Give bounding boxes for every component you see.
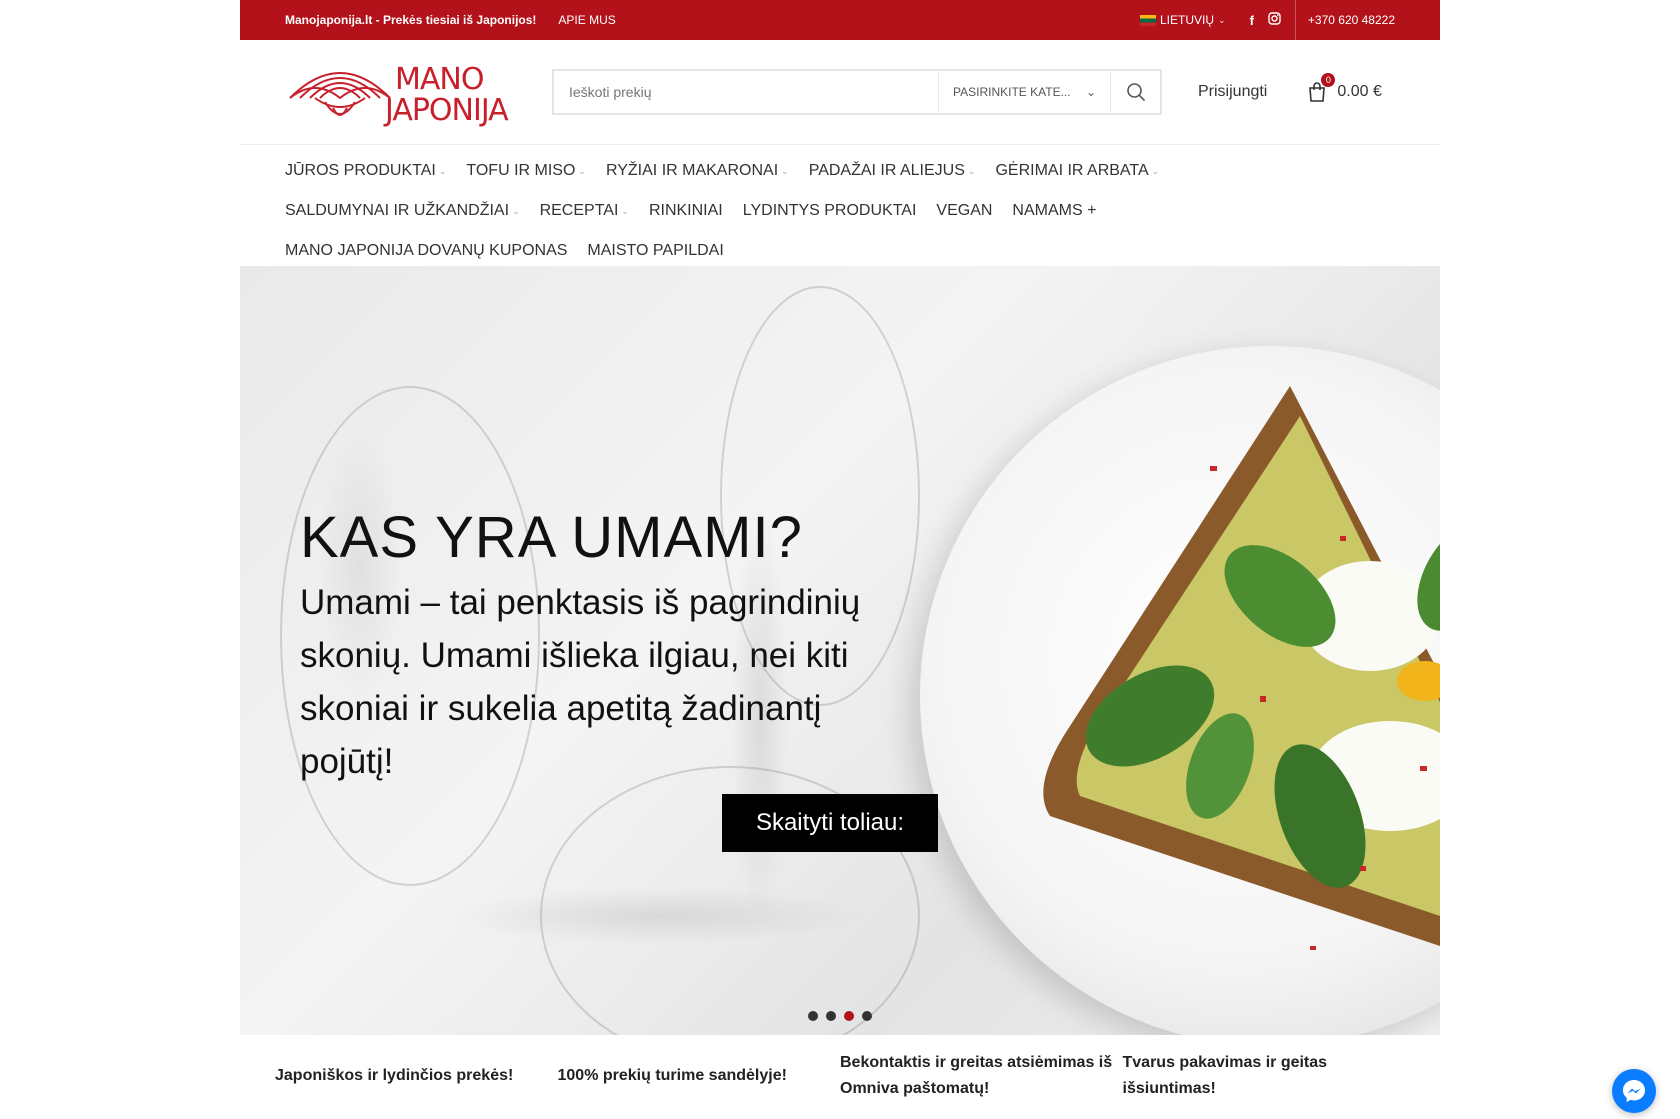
nav-item-label: VEGAN	[936, 202, 993, 219]
nav-item-label: JŪROS PRODUKTAI	[285, 162, 436, 179]
cart-button[interactable]: 0 0.00 €	[1307, 73, 1382, 103]
nav-item[interactable]: MAISTO PAPILDAI	[587, 242, 723, 260]
instagram-icon[interactable]	[1268, 12, 1281, 28]
category-select[interactable]: PASIRINKITE KATE... ⌄	[938, 71, 1110, 113]
svg-text:MANO: MANO	[395, 62, 483, 97]
language-switcher[interactable]: LIETUVIŲ ⌄	[1140, 13, 1226, 27]
cart-total: 0.00 €	[1337, 83, 1382, 100]
chevron-down-icon: ⌄	[967, 165, 976, 176]
nav-item[interactable]: NAMAMS +	[1012, 202, 1096, 220]
main-navigation: JŪROS PRODUKTAI ⌄ TOFU IR MISO ⌄ RYŽIAI IR M…	[240, 145, 1440, 274]
phone-link[interactable]: +370 620 48222	[1308, 13, 1395, 27]
messenger-icon	[1623, 1080, 1645, 1102]
nav-item[interactable]: SALDUMYNAI IR UŽKANDŽIAI ⌄	[285, 202, 520, 220]
nav-row: MANO JAPONIJA DOVANŲ KUPONAS MAISTO PAPIL…	[285, 231, 1395, 271]
chevron-down-icon: ⌄	[1085, 85, 1096, 99]
header: MANO JAPONIJA PASIRINKITE KATE... ⌄ Pris…	[240, 40, 1440, 145]
slider-dot[interactable]	[844, 1011, 854, 1021]
nav-row: JŪROS PRODUKTAI ⌄ TOFU IR MISO ⌄ RYŽIAI IR M…	[285, 151, 1395, 191]
nav-item[interactable]: GĖRIMAI IR ARBATA ⌄	[995, 162, 1159, 180]
nav-item[interactable]: LYDINTYS PRODUKTAI	[743, 202, 917, 220]
features-bar: Japoniškos ir lydinčios prekės! 100% pre…	[240, 1050, 1440, 1102]
nav-item-label: GĖRIMAI IR ARBATA	[995, 162, 1149, 179]
read-more-button[interactable]: Skaityti toliau:	[722, 794, 938, 852]
nav-item-label: LYDINTYS PRODUKTAI	[742, 202, 917, 219]
svg-text:JAPONIJA: JAPONIJA	[383, 93, 509, 128]
nav-item-label: RECEPTAI	[539, 202, 619, 219]
chevron-down-icon: ⌄	[578, 165, 586, 176]
nav-item[interactable]: TOFU IR MISO ⌄	[466, 162, 586, 180]
nav-item[interactable]: MANO JAPONIJA DOVANŲ KUPONAS	[285, 242, 567, 260]
chevron-down-icon: ⌄	[1151, 165, 1160, 176]
food-plate-image	[920, 346, 1440, 1035]
nav-item[interactable]: VEGAN	[936, 202, 992, 220]
search-button[interactable]	[1110, 71, 1160, 113]
category-select-label: PASIRINKITE KATE...	[953, 85, 1071, 99]
divider	[1294, 0, 1296, 40]
slider-dot[interactable]	[862, 1011, 872, 1021]
messenger-chat-button[interactable]	[1612, 1069, 1656, 1113]
nav-item[interactable]: RYŽIAI IR MAKARONAI ⌄	[606, 162, 789, 180]
nav-item[interactable]: JŪROS PRODUKTAI ⌄	[285, 162, 446, 180]
search-bar: PASIRINKITE KATE... ⌄	[552, 69, 1162, 115]
about-link[interactable]: APIE MUS	[558, 13, 615, 27]
top-bar: Manojaponija.lt - Prekės tiesiai iš Japo…	[240, 0, 1440, 40]
feature-item: Japoniškos ir lydinčios prekės!	[275, 1067, 514, 1084]
nav-item[interactable]: PADAŽAI IR ALIEJUS ⌄	[809, 162, 976, 180]
nav-item-label: RINKINIAI	[648, 202, 723, 219]
chevron-down-icon: ⌄	[621, 205, 629, 216]
slider-dot[interactable]	[808, 1011, 818, 1021]
feature-item: 100% prekių turime sandėlyje!	[557, 1067, 787, 1084]
chevron-down-icon: ⌄	[1218, 14, 1226, 25]
chevron-down-icon: ⌄	[781, 165, 789, 176]
search-input[interactable]	[554, 71, 938, 113]
language-label: LIETUVIŲ	[1160, 13, 1215, 27]
social-links: f	[1250, 12, 1295, 28]
hero-text: Umami – tai penktasis iš pagrindinių sko…	[300, 583, 861, 781]
nav-item-label: RYŽIAI IR MAKARONAI	[605, 162, 779, 179]
nav-item[interactable]: RECEPTAI ⌄	[540, 202, 629, 220]
slider-pagination	[808, 1011, 872, 1021]
site-logo[interactable]: MANO JAPONIJA	[285, 56, 530, 128]
chevron-down-icon: ⌄	[512, 205, 520, 216]
hero-slider: KAS YRA UMAMI? Umami – tai penktasis iš …	[240, 266, 1440, 1035]
nav-item-label: SALDUMYNAI IR UŽKANDŽIAI	[285, 202, 510, 219]
feature-item: Tvarus pakavimas ir geitas išsiuntimas!	[1122, 1054, 1328, 1097]
nav-item-label: MAISTO PAPILDAI	[587, 242, 724, 259]
cart-count-badge: 0	[1321, 73, 1336, 87]
nav-item-label: MANO JAPONIJA DOVANŲ KUPONAS	[285, 242, 568, 259]
page: Manojaponija.lt - Prekės tiesiai iš Japo…	[240, 0, 1440, 1119]
facebook-icon[interactable]: f	[1250, 13, 1254, 28]
nav-item[interactable]: RINKINIAI	[649, 202, 723, 220]
site-tagline: Manojaponija.lt - Prekės tiesiai iš Japo…	[285, 13, 537, 27]
nav-item-label: TOFU IR MISO	[466, 162, 576, 179]
hero-title: KAS YRA UMAMI?	[300, 505, 803, 570]
nav-row: SALDUMYNAI IR UŽKANDŽIAI ⌄ RECEPTAI ⌄ RINKIN…	[285, 191, 1395, 231]
slider-dot[interactable]	[826, 1011, 836, 1021]
nav-item-label: NAMAMS +	[1012, 202, 1097, 219]
search-icon	[1126, 83, 1145, 102]
chevron-down-icon: ⌄	[438, 165, 447, 176]
login-link[interactable]: Prisijungti	[1198, 83, 1267, 101]
feature-item: Bekontaktis ir greitas atsiėmimas iš Omn…	[840, 1054, 1113, 1097]
lithuania-flag-icon	[1140, 14, 1156, 26]
nav-item-label: PADAŽAI IR ALIEJUS	[808, 162, 965, 179]
